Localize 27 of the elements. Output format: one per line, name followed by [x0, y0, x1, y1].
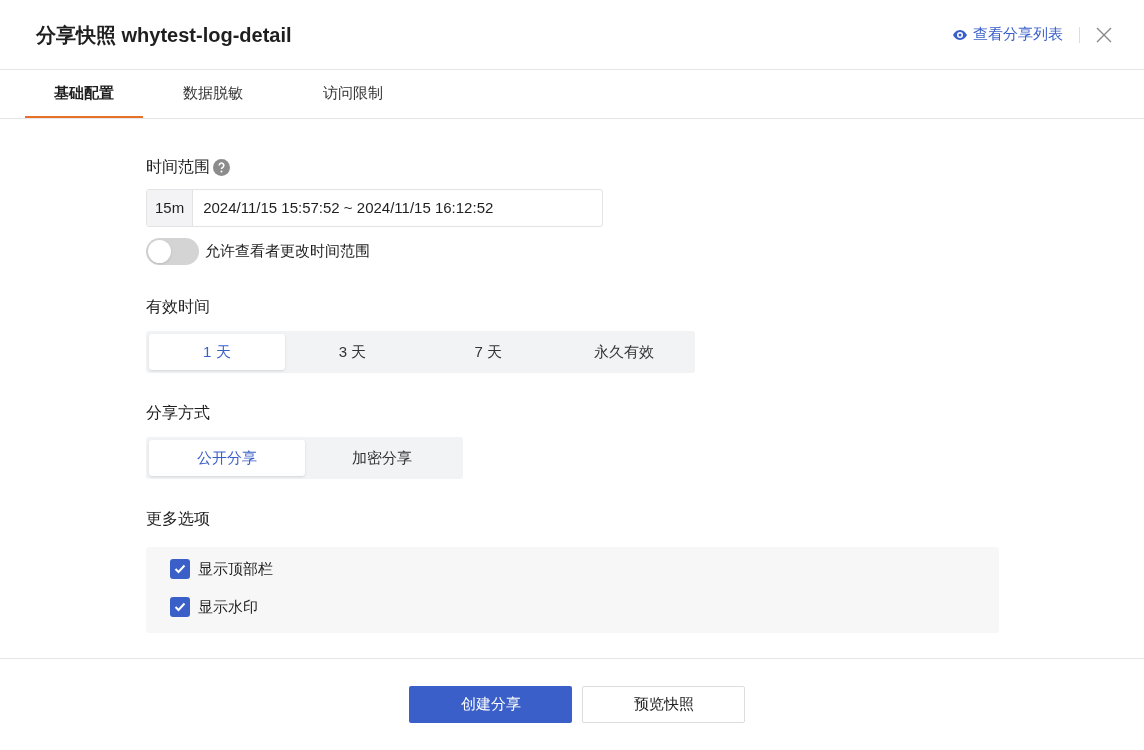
segment-option[interactable]: 加密分享: [304, 440, 460, 476]
time-range-field[interactable]: 15m 2024/11/15 15:57:52 ~ 2024/11/15 16:12:52: [146, 189, 603, 227]
tab[interactable]: 访问限制: [283, 70, 423, 118]
checkbox-label: 显示水印: [198, 596, 258, 617]
section-label: 有效时间: [146, 297, 211, 317]
checkbox[interactable]: [170, 559, 190, 579]
preview-button[interactable]: 预览快照: [582, 686, 745, 723]
segment-option[interactable]: 7 天: [420, 334, 557, 370]
section-label: 分享方式: [146, 403, 211, 423]
tab[interactable]: 基础配置: [25, 70, 143, 118]
segment-option[interactable]: 1 天: [149, 334, 285, 370]
tab[interactable]: 数据脱敏: [143, 70, 283, 118]
checkbox-label: 显示顶部栏: [198, 558, 273, 579]
section-label: 更多选项: [146, 509, 211, 529]
segment-option[interactable]: 公开分享: [149, 440, 305, 476]
toggle-label: 允许查看者更改时间范围: [205, 240, 370, 261]
checkbox[interactable]: [170, 597, 190, 617]
eye-icon: [953, 29, 967, 40]
dialog-title: 分享快照 whytest-log-detail: [36, 22, 292, 48]
close-icon[interactable]: [1096, 26, 1112, 43]
segment-option[interactable]: 3 天: [284, 334, 421, 370]
section-label: 时间范围: [146, 157, 210, 177]
toggle-switch[interactable]: [146, 237, 199, 265]
share-list-link[interactable]: 查看分享列表: [953, 23, 1063, 46]
create-share-button[interactable]: 创建分享: [409, 686, 572, 723]
help-icon[interactable]: [213, 158, 230, 176]
segment-option[interactable]: 永久有效: [556, 334, 692, 370]
